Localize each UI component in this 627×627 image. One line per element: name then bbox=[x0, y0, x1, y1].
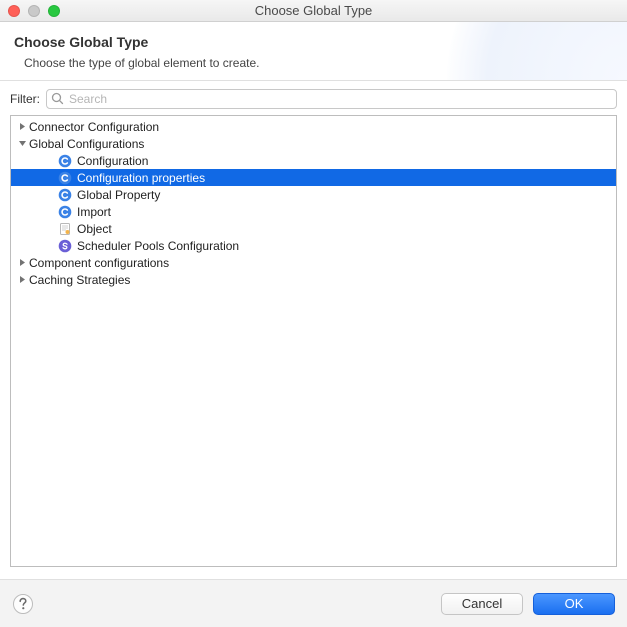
search-icon bbox=[51, 92, 64, 108]
minimize-window-button[interactable] bbox=[28, 5, 40, 17]
dialog-footer: Cancel OK bbox=[0, 579, 627, 627]
circle-c-blue-icon bbox=[57, 153, 73, 169]
tree-item-label: Configuration properties bbox=[77, 171, 205, 185]
tree-item[interactable]: Import bbox=[11, 203, 616, 220]
tree-item[interactable]: Object bbox=[11, 220, 616, 237]
circle-c-blue-icon bbox=[57, 170, 73, 186]
filter-row: Filter: bbox=[0, 81, 627, 115]
tree-item[interactable]: Caching Strategies bbox=[11, 271, 616, 288]
window-titlebar: Choose Global Type bbox=[0, 0, 627, 22]
filter-label: Filter: bbox=[10, 92, 40, 106]
tree-item-label: Import bbox=[77, 205, 111, 219]
tree-item[interactable]: Global Configurations bbox=[11, 135, 616, 152]
tree-item-label: Connector Configuration bbox=[29, 120, 159, 134]
tree-item-label: Scheduler Pools Configuration bbox=[77, 239, 239, 253]
tree-item-label: Object bbox=[77, 222, 112, 236]
close-window-button[interactable] bbox=[8, 5, 20, 17]
dialog-header: Choose Global Type Choose the type of gl… bbox=[0, 22, 627, 81]
window-title: Choose Global Type bbox=[255, 3, 373, 18]
chevron-right-icon[interactable] bbox=[17, 258, 27, 267]
chevron-right-icon[interactable] bbox=[17, 122, 27, 131]
dialog-heading: Choose Global Type bbox=[14, 34, 613, 50]
chevron-right-icon[interactable] bbox=[17, 275, 27, 284]
tree-item[interactable]: Connector Configuration bbox=[11, 118, 616, 135]
tree-item-label: Global Property bbox=[77, 188, 160, 202]
circle-c-blue-icon bbox=[57, 204, 73, 220]
zoom-window-button[interactable] bbox=[48, 5, 60, 17]
ok-button[interactable]: OK bbox=[533, 593, 615, 615]
tree-item-label: Component configurations bbox=[29, 256, 169, 270]
search-input-wrapper bbox=[46, 89, 617, 109]
help-icon[interactable] bbox=[12, 593, 34, 615]
tree-item[interactable]: Scheduler Pools Configuration bbox=[11, 237, 616, 254]
object-doc-icon bbox=[57, 221, 73, 237]
tree-item[interactable]: Configuration properties bbox=[11, 169, 616, 186]
search-input[interactable] bbox=[46, 89, 617, 109]
tree-item-label: Configuration bbox=[77, 154, 148, 168]
circle-c-blue-icon bbox=[57, 187, 73, 203]
traffic-lights bbox=[8, 5, 60, 17]
circle-s-purple-icon bbox=[57, 238, 73, 254]
tree-item[interactable]: Component configurations bbox=[11, 254, 616, 271]
chevron-down-icon[interactable] bbox=[17, 139, 27, 148]
tree-item-label: Caching Strategies bbox=[29, 273, 130, 287]
tree-item[interactable]: Configuration bbox=[11, 152, 616, 169]
tree-item-label: Global Configurations bbox=[29, 137, 144, 151]
dialog-subheading: Choose the type of global element to cre… bbox=[24, 56, 613, 70]
cancel-button[interactable]: Cancel bbox=[441, 593, 523, 615]
header-decorative-arc bbox=[447, 22, 627, 81]
type-tree[interactable]: Connector Configuration Global Configurat… bbox=[10, 115, 617, 567]
tree-item[interactable]: Global Property bbox=[11, 186, 616, 203]
